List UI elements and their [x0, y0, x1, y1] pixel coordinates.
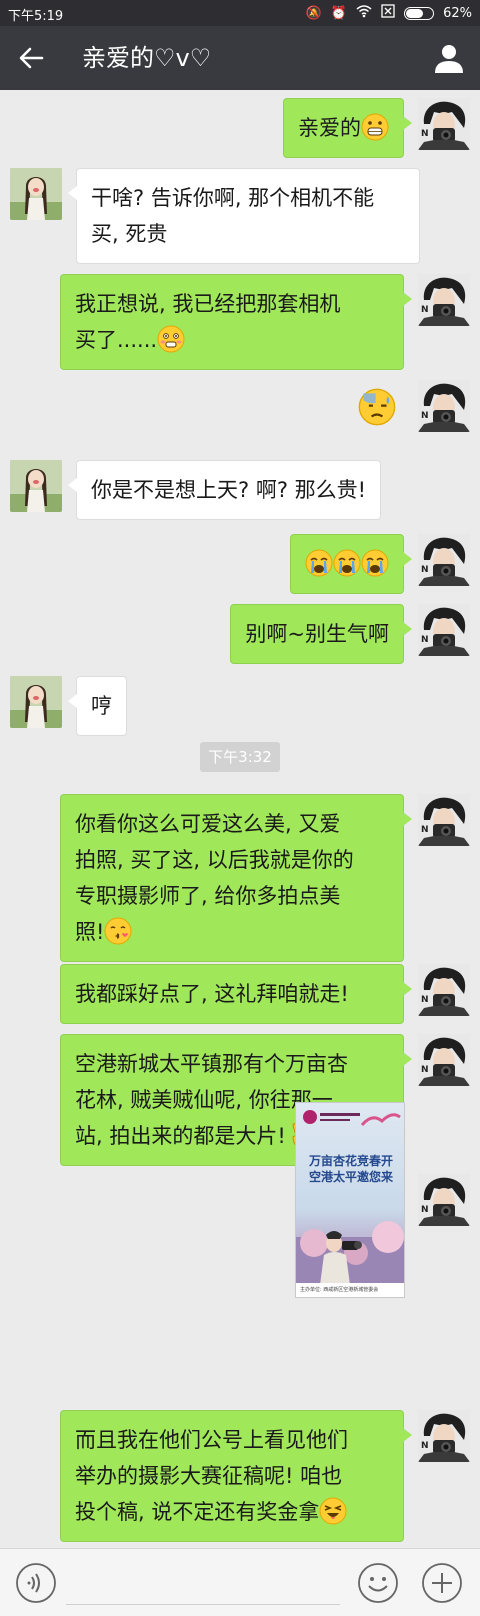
message-text: 别啊~别生气啊	[245, 622, 389, 646]
my-avatar[interactable]	[418, 964, 470, 1016]
message-row: 亲爱的	[0, 98, 480, 158]
message-line: 你看你这么可爱这么美, 又爱	[75, 812, 341, 836]
kiss-face-icon	[104, 917, 132, 945]
input-toolbar	[0, 1548, 480, 1616]
message-row: 而且我在他们公号上看见他们 举办的摄影大赛征稿呢! 咱也 投个稿, 说不定还有奖…	[0, 1410, 480, 1542]
message-text: 你是不是想上天? 啊? 那么贵!	[91, 478, 367, 502]
message-text: 哼	[91, 694, 112, 718]
status-time: 下午5:19	[8, 9, 64, 24]
battery-icon	[404, 7, 435, 20]
message-row: 我正想说, 我已经把那套相机 买了......	[0, 274, 480, 370]
message-line: 专职摄影师了, 给你多拍点美	[75, 884, 341, 908]
poster-headline: 万亩杏花竞春开 空港太平邀您来	[308, 1154, 393, 1184]
poster-footer: 主办单位: 西咸新区空港新城管委会	[296, 1283, 404, 1297]
squint-face-icon	[319, 1497, 347, 1525]
message-line: 干啥? 告诉你啊, 那个相机不能	[91, 186, 375, 210]
message-bubble[interactable]: 我正想说, 我已经把那套相机 买了......	[60, 274, 412, 370]
message-bubble[interactable]: 而且我在他们公号上看见他们 举办的摄影大赛征稿呢! 咱也 投个稿, 说不定还有奖…	[60, 1410, 412, 1542]
message-row: 哼	[0, 676, 480, 736]
contact-avatar[interactable]	[10, 460, 62, 512]
poster-photographer-image	[296, 1221, 404, 1285]
message-bubble[interactable]: 你是不是想上天? 啊? 那么贵!	[67, 460, 382, 520]
crying-face-icon	[305, 549, 333, 577]
message-row: 干啥? 告诉你啊, 那个相机不能 买, 死贵	[0, 168, 480, 264]
embarrassed-face-icon	[157, 325, 185, 353]
message-line: 照!	[75, 920, 105, 944]
message-line: 空港新城太平镇那有个万亩杏	[75, 1052, 348, 1076]
status-icons: 🔕 ⏰ 62%	[306, 4, 472, 23]
cold-sweat-face-icon[interactable]	[358, 388, 396, 426]
message-row	[0, 1174, 480, 1230]
my-avatar[interactable]	[418, 534, 470, 586]
my-avatar[interactable]	[418, 380, 470, 432]
message-line: 买, 死贵	[91, 222, 168, 246]
message-row: 我都踩好点了, 这礼拜咱就走!	[0, 964, 480, 1024]
poster-logo	[303, 1110, 401, 1126]
message-bubble[interactable]: 你看你这么可爱这么美, 又爱 拍照, 买了这, 以后我就是你的 专职摄影师了, …	[60, 794, 412, 962]
my-avatar[interactable]	[418, 274, 470, 326]
message-line: 投个稿, 说不定还有奖金拿	[75, 1500, 320, 1524]
alarm-icon: ⏰	[330, 5, 348, 21]
message-line: 站, 拍出来的都是大片!	[75, 1124, 286, 1148]
voice-icon[interactable]	[14, 1561, 58, 1605]
battery-fill	[406, 9, 424, 18]
contact-avatar[interactable]	[10, 168, 62, 220]
message-input[interactable]	[66, 1604, 340, 1605]
my-avatar[interactable]	[418, 1174, 470, 1226]
message-line: 而且我在他们公号上看见他们	[75, 1428, 348, 1452]
message-row: 空港新城太平镇那有个万亩杏 花林, 贼美贼仙呢, 你往那一 站, 拍出来的都是大…	[0, 1034, 480, 1166]
plus-icon[interactable]	[420, 1561, 464, 1605]
no-sim-icon	[381, 4, 395, 23]
my-avatar[interactable]	[418, 1034, 470, 1086]
message-row: 你是不是想上天? 啊? 那么贵!	[0, 460, 480, 520]
message-line: 拍照, 买了这, 以后我就是你的	[75, 848, 354, 872]
message-bubble[interactable]: 亲爱的	[283, 98, 412, 158]
message-line: 举办的摄影大赛征稿呢! 咱也	[75, 1464, 343, 1488]
my-avatar[interactable]	[418, 1410, 470, 1462]
status-bar: 下午5:19 🔕 ⏰ 62%	[0, 0, 480, 26]
message-row	[0, 534, 480, 594]
mute-icon: 🔕	[305, 5, 322, 21]
message-bubble[interactable]: 哼	[68, 676, 127, 736]
my-avatar[interactable]	[418, 98, 470, 150]
message-bubble[interactable]: 干啥? 告诉你啊, 那个相机不能 买, 死贵	[68, 168, 420, 264]
message-list[interactable]: 亲爱的 干啥? 告诉你啊, 那个相机不能 买, 死贵 我正想说, 我已经把那套相…	[0, 90, 480, 1548]
message-text: 亲爱的	[298, 116, 361, 140]
message-line: 买了......	[75, 328, 158, 352]
smile-icon[interactable]	[356, 1561, 400, 1605]
my-avatar[interactable]	[418, 604, 470, 656]
message-bubble[interactable]: 我都踩好点了, 这礼拜咱就走!	[60, 964, 412, 1024]
arrow-left-icon[interactable]	[14, 40, 50, 76]
message-bubble[interactable]: 别啊~别生气啊	[230, 604, 412, 664]
message-text: 我都踩好点了, 这礼拜咱就走!	[75, 982, 349, 1006]
message-row: 你看你这么可爱这么美, 又爱 拍照, 买了这, 以后我就是你的 专职摄影师了, …	[0, 794, 480, 962]
battery-percent: 62%	[443, 6, 472, 21]
contact-avatar[interactable]	[10, 676, 62, 728]
message-bubble[interactable]	[290, 534, 412, 594]
image-message[interactable]: 万亩杏花竞春开 空港太平邀您来 主办单位: 西咸新区空港新城管委会	[295, 1102, 405, 1298]
person-icon[interactable]	[432, 41, 466, 75]
my-avatar[interactable]	[418, 794, 470, 846]
wifi-icon	[356, 4, 372, 23]
message-row: 别啊~别生气啊	[0, 604, 480, 664]
crying-face-icon	[333, 549, 361, 577]
chat-title: 亲爱的♡v♡	[82, 44, 212, 72]
message-row	[0, 380, 480, 436]
chat-header: 亲爱的♡v♡	[0, 26, 480, 90]
grin-face-icon	[361, 113, 389, 141]
time-divider: 下午3:32	[200, 742, 280, 772]
crying-face-icon	[361, 549, 389, 577]
message-line: 我正想说, 我已经把那套相机	[75, 292, 341, 316]
